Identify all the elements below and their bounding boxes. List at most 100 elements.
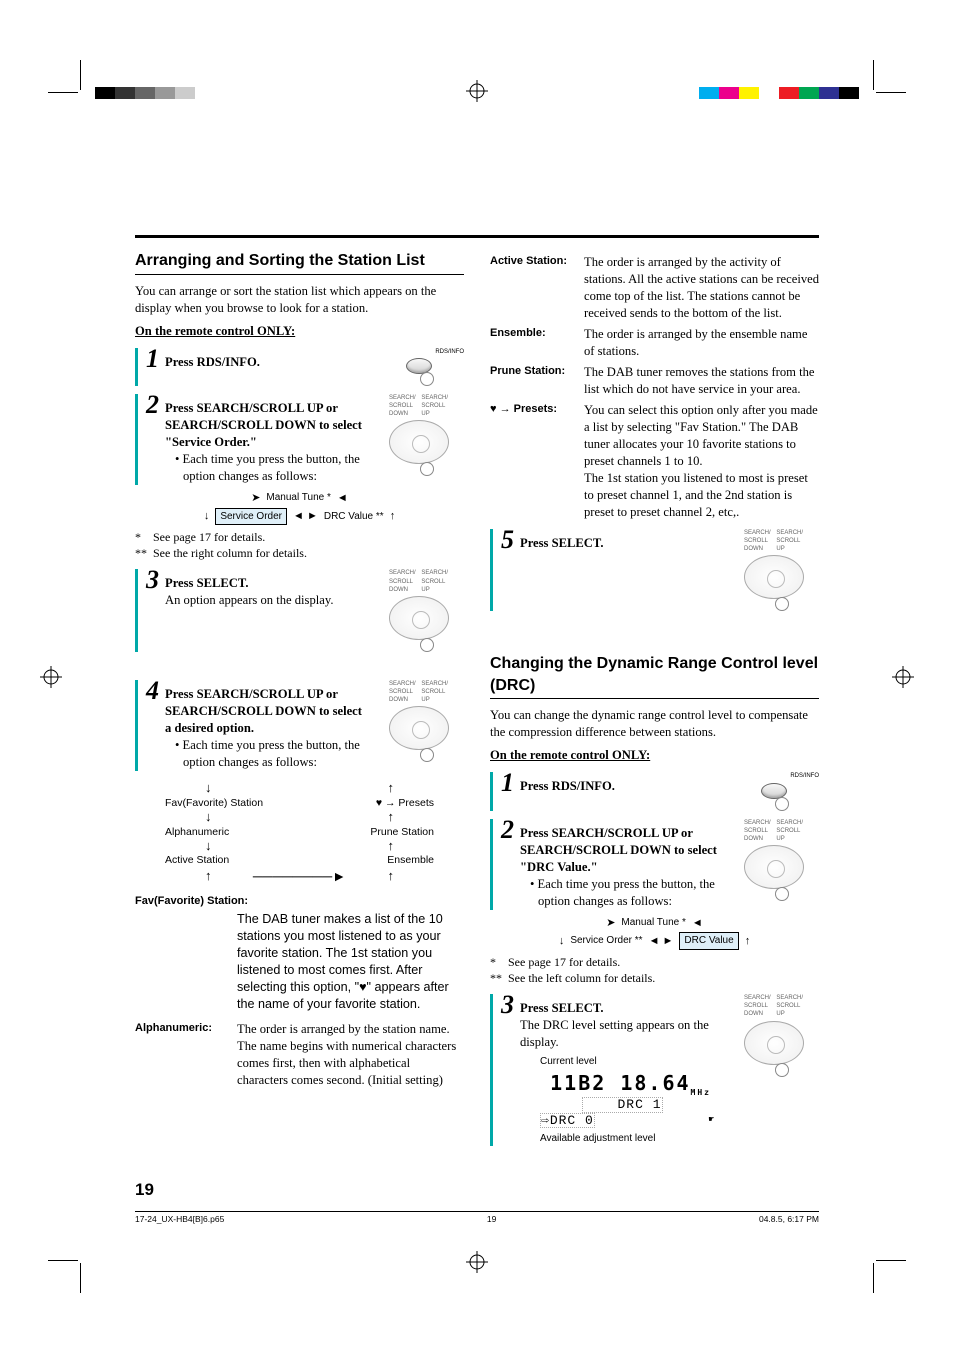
color-swatch: [759, 87, 779, 99]
arrow-lr-icon: ◄ ►: [649, 934, 674, 949]
crop-mark: [876, 1260, 906, 1261]
step-5-text: Press SELECT.: [520, 536, 604, 550]
step-3: 3 Press SELECT. An option appears on the…: [135, 569, 464, 651]
def-term-alpha: Alphanumeric:: [135, 1021, 231, 1089]
step-5: 5 Press SELECT. SEARCH/ SCROLL DOWNSEARC…: [490, 529, 819, 611]
step-3-title: Press SELECT.: [165, 576, 249, 590]
drc-footnote-1: * See page 17 for details.: [506, 954, 819, 970]
color-swatch: [215, 87, 235, 99]
lcd-frequency: 11B2 18.64MHz: [520, 1073, 725, 1097]
arrow-icon: ➤: [251, 491, 260, 506]
step-number: 4: [146, 680, 159, 702]
crop-mark: [48, 92, 78, 93]
crop-mark: [873, 60, 874, 90]
top-rule: [135, 235, 819, 238]
page-body: Arranging and Sorting the Station List Y…: [100, 115, 854, 1238]
arrow-up-icon: ↑: [745, 934, 751, 949]
definition-active: Active Station: The order is arranged by…: [490, 254, 819, 322]
definition-prune: Prune Station: The DAB tuner removes the…: [490, 364, 819, 398]
remote-pad-icon: [389, 596, 449, 640]
cycle-drc: DRC Value **: [324, 510, 384, 524]
remote-tail-icon: [420, 462, 434, 476]
def-desc-ensemble: The order is arranged by the ensemble na…: [584, 326, 819, 360]
remote-pad-icon: [389, 420, 449, 464]
step-2-bullet: • Each time you press the button, the op…: [175, 451, 370, 485]
lcd-available-label: Available adjustment level: [540, 1132, 725, 1146]
step-number: 1: [501, 772, 514, 794]
lcd-display: 11B2 18.64MHz DRC 1 ⇨DRC 0 ☛: [520, 1073, 725, 1129]
remote-tail-icon: [420, 638, 434, 652]
option-flow-diagram: ↓↑ Fav(Favorite) Station♥ → Presets ↓↑ A…: [135, 779, 464, 887]
lcd-line-2: ⇨DRC 0: [540, 1113, 595, 1129]
footnote-2: ** See the right column for details.: [151, 545, 464, 561]
remote-only-label: On the remote control ONLY:: [490, 747, 819, 764]
def-term-prune: Prune Station:: [490, 364, 578, 398]
remote-pad-icon: [744, 845, 804, 889]
arrow-icon: ➤: [606, 916, 615, 931]
definition-alpha: Alphanumeric: The order is arranged by t…: [135, 1021, 464, 1089]
cycle-drc-box: DRC Value: [679, 932, 738, 950]
drc-step-2: 2 Press SEARCH/SCROLL UP or SEARCH/SCROL…: [490, 819, 819, 910]
left-column: Arranging and Sorting the Station List Y…: [135, 250, 464, 1148]
step-3-body: An option appears on the display.: [165, 592, 370, 609]
registration-mark-icon: [466, 1251, 488, 1273]
crop-mark: [48, 1260, 78, 1261]
arrow-up-icon: ↑: [388, 779, 395, 797]
remote-tail-icon: [775, 887, 789, 901]
intro-text: You can arrange or sort the station list…: [135, 283, 464, 317]
lcd-line-1: DRC 1: [582, 1097, 662, 1113]
definition-ensemble: Ensemble: The order is arranged by the e…: [490, 326, 819, 360]
crop-mark: [80, 1263, 81, 1293]
section-heading-drc: Changing the Dynamic Range Control level…: [490, 653, 819, 696]
def-desc-alpha: The order is arranged by the station nam…: [237, 1021, 464, 1089]
cycle-service-box: Service Order: [215, 508, 287, 526]
option-cycle-row: ↓ Service Order ◄ ► DRC Value ** ↑: [135, 508, 464, 526]
drc-intro: You can change the dynamic range control…: [490, 707, 819, 741]
arrow-up-icon: ↑: [390, 509, 396, 524]
drc-step-1-text: Press RDS/INFO.: [520, 779, 615, 793]
step-2: 2 Press SEARCH/SCROLL UP or SEARCH/SCROL…: [135, 394, 464, 485]
remote-tail-icon: [420, 748, 434, 762]
def-desc-active: The order is arranged by the activity of…: [584, 254, 819, 322]
color-swatch: [819, 87, 839, 99]
color-swatch: [195, 87, 215, 99]
color-bars-left: [95, 87, 255, 99]
def-term-active: Active Station:: [490, 254, 578, 322]
def-term-ensemble: Ensemble:: [490, 326, 578, 360]
remote-pad-icon: [389, 706, 449, 750]
step-1: 1 Press RDS/INFO. RDS/INFO: [135, 348, 464, 386]
print-footer: 17-24_UX-HB4[B]6.p65 19 04.8.5, 6:17 PM: [135, 1211, 819, 1224]
button-label-rds: RDS/INFO: [435, 348, 464, 356]
flow-presets: ♥ → Presets: [376, 796, 434, 810]
step-2-title: Press SEARCH/SCROLL UP or SEARCH/SCROLL …: [165, 401, 362, 449]
cycle-manual: Manual Tune *: [266, 491, 331, 505]
hand-pointer-icon: ☛: [709, 1116, 715, 1125]
footer-date: 04.8.5, 6:17 PM: [759, 1214, 819, 1224]
def-desc-prune: The DAB tuner removes the stations from …: [584, 364, 819, 398]
arrow-down-icon: ↓: [204, 509, 210, 524]
color-swatch: [799, 87, 819, 99]
section-heading-arranging: Arranging and Sorting the Station List: [135, 250, 464, 272]
step-4-bullet: • Each time you press the button, the op…: [175, 737, 370, 771]
drc-option-cycle: ➤ Manual Tune * ◄: [490, 916, 819, 931]
flow-active: Active Station: [165, 853, 229, 867]
color-swatch: [699, 87, 719, 99]
crop-mark: [876, 92, 906, 93]
step-bar: [490, 529, 493, 611]
step-1-text: Press RDS/INFO.: [165, 355, 260, 369]
flow-ensemble: Ensemble: [387, 853, 434, 867]
step-bar: [490, 994, 493, 1146]
registration-mark-icon: [892, 666, 914, 688]
option-cycle: ➤ Manual Tune * ◄: [135, 491, 464, 506]
step-bar: [490, 772, 493, 810]
button-label-rds: RDS/INFO: [790, 772, 819, 780]
color-swatch: [115, 87, 135, 99]
color-swatch: [779, 87, 799, 99]
footer-file: 17-24_UX-HB4[B]6.p65: [135, 1214, 224, 1224]
crop-mark: [80, 60, 81, 90]
remote-pad-icon: [744, 555, 804, 599]
step-number: 1: [146, 348, 159, 370]
step-number: 5: [501, 529, 514, 551]
footnote-1: * See page 17 for details.: [151, 529, 464, 545]
def-term-fav: Fav(Favorite) Station:: [135, 894, 464, 909]
